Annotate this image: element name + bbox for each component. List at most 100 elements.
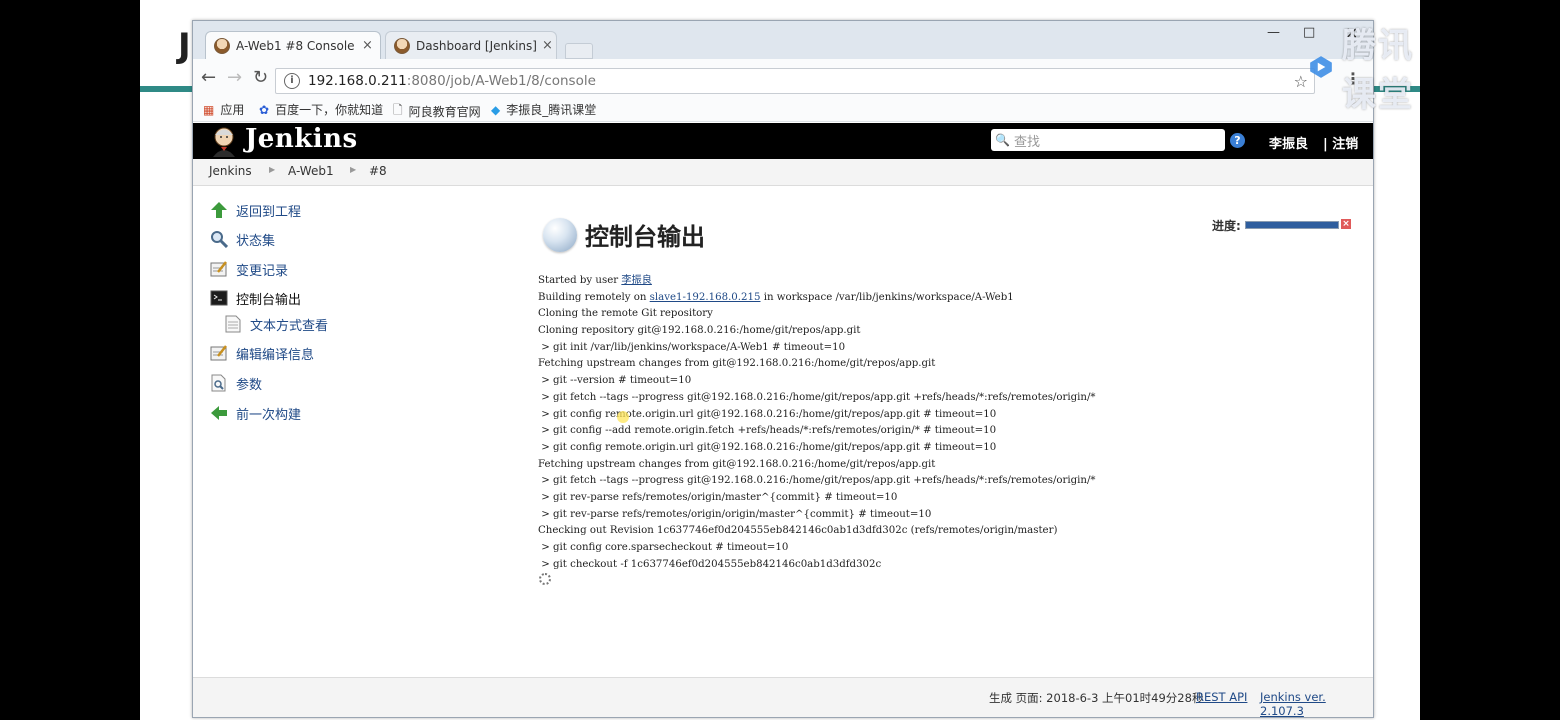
help-icon[interactable]: ?: [1230, 133, 1245, 148]
console-ball-icon: [543, 217, 577, 252]
console-line: Cloning the remote Git repository: [538, 308, 713, 320]
console-output: Started by user 李振良 Building remotely on…: [538, 273, 1096, 573]
breadcrumb-build[interactable]: #8: [369, 164, 387, 178]
console-line: Fetching upstream changes from git@192.1…: [538, 358, 936, 370]
console-line: > git config core.sparsecheckout # timeo…: [538, 542, 789, 553]
sidebar-item-label: 文本方式查看: [250, 318, 329, 334]
page-generated-text: 生成 页面: 2018-6-3 上午01时49分28秒: [989, 691, 1204, 705]
tencent-classroom-watermark: 腾讯课堂: [1308, 18, 1420, 116]
stop-build-icon[interactable]: ×: [1341, 219, 1351, 229]
bookmark-aliang[interactable]: 🗋 阿良教育官网: [393, 101, 481, 122]
sidebar-item-parameters[interactable]: 参数: [209, 373, 262, 393]
search-icon: 🔍: [995, 133, 1010, 147]
console-text: in workspace /var/lib/jenkins/workspace/…: [760, 291, 1014, 303]
bookmark-label: 李振良_腾讯课堂: [506, 103, 597, 117]
tab-close-icon[interactable]: ×: [362, 38, 373, 53]
sidebar-item-previous-build[interactable]: 前一次构建: [209, 403, 301, 423]
jenkins-butler-icon[interactable]: [209, 125, 239, 157]
sidebar-item-label: 变更记录: [236, 263, 289, 279]
magnifier-icon: [209, 229, 229, 249]
breadcrumb-project[interactable]: A-Web1: [288, 164, 334, 178]
sidebar-item-back-to-project[interactable]: 返回到工程: [209, 200, 301, 220]
breadcrumb-separator-icon: ▶: [350, 165, 357, 174]
breadcrumb: Jenkins ▶ A-Web1 ▶ #8: [193, 159, 1373, 186]
forward-arrow-icon[interactable]: →: [227, 67, 242, 88]
page-icon: 🗋: [393, 103, 403, 117]
tab-label: A-Web1 #8 Console [Je: [236, 38, 356, 53]
url-host: 192.168.0.211: [308, 73, 407, 89]
slide-background: J A-Web1 #8 Console [Je × Dashboard [Jen…: [140, 0, 1420, 720]
console-line: Started by user 李振良: [538, 273, 1096, 290]
notepad-icon: [209, 259, 229, 279]
tab-strip: A-Web1 #8 Console [Je × Dashboard [Jenki…: [193, 21, 1373, 59]
search-placeholder: 查找: [1013, 134, 1040, 150]
notepad-icon: [209, 343, 229, 363]
loading-spinner-icon: [539, 573, 551, 585]
bookmark-apps[interactable]: ▦ 应用: [203, 101, 244, 118]
url-path: :8080/job/A-Web1/8/console: [406, 73, 596, 89]
console-line: > git init /var/lib/jenkins/workspace/A-…: [538, 341, 846, 353]
bookmark-star-icon[interactable]: ☆: [1294, 72, 1308, 91]
slave-node-link[interactable]: slave1-192.168.0.215: [650, 292, 761, 303]
sidebar-item-plain-text[interactable]: 文本方式查看: [223, 314, 328, 334]
left-arrow-icon: [209, 403, 229, 423]
new-tab-button[interactable]: [565, 43, 593, 59]
tab-close-icon[interactable]: ×: [542, 38, 553, 53]
jenkins-search-input[interactable]: 🔍 查找: [991, 129, 1225, 151]
sidebar-item-changes[interactable]: 变更记录: [209, 259, 288, 279]
mouse-cursor-highlight: [617, 411, 629, 423]
slide-title-letter: J: [178, 26, 191, 66]
jenkins-title[interactable]: Jenkins: [245, 124, 358, 154]
document-icon: [223, 314, 243, 334]
jenkins-favicon-icon: [214, 37, 230, 54]
logout-link[interactable]: | 注销: [1323, 133, 1358, 152]
sidebar-item-label: 返回到工程: [236, 204, 302, 220]
apps-grid-icon: ▦: [203, 102, 215, 117]
browser-window: A-Web1 #8 Console [Je × Dashboard [Jenki…: [192, 20, 1374, 718]
bookmark-baidu[interactable]: ✿ 百度一下，你就知道: [259, 101, 383, 118]
bookmark-label: 百度一下，你就知道: [275, 103, 384, 117]
sidebar-item-label: 编辑编译信息: [236, 347, 315, 363]
sidebar-item-status[interactable]: 状态集: [209, 229, 275, 249]
console-text: Building remotely on: [538, 291, 650, 303]
address-bar[interactable]: i 192.168.0.211:8080/job/A-Web1/8/consol…: [275, 68, 1315, 94]
paw-icon: ✿: [259, 102, 270, 117]
console-line: Fetching upstream changes from git@192.1…: [538, 458, 936, 470]
console-line: Checking out Revision 1c637746ef0d204555…: [538, 525, 1058, 537]
rest-api-link[interactable]: REST API: [1196, 690, 1247, 704]
watermark-text: 腾讯课堂: [1342, 26, 1414, 115]
jenkins-header: Jenkins 🔍 查找 ? 李振良 | 注销: [193, 123, 1373, 159]
jenkins-version-link[interactable]: Jenkins ver. 2.107.3: [1260, 690, 1373, 717]
site-info-icon[interactable]: i: [284, 73, 300, 89]
console-line: Cloning repository git@192.168.0.216:/ho…: [538, 325, 861, 337]
progress-fill: [1246, 222, 1338, 228]
tab-dashboard[interactable]: Dashboard [Jenkins] ×: [385, 31, 557, 59]
jenkins-footer: 生成 页面: 2018-6-3 上午01时49分28秒 REST API Jen…: [193, 677, 1373, 717]
tab-console[interactable]: A-Web1 #8 Console [Je ×: [205, 31, 381, 59]
console-text: Started by user: [538, 275, 622, 286]
breadcrumb-jenkins[interactable]: Jenkins: [209, 164, 252, 178]
minimize-button[interactable]: —: [1267, 25, 1280, 40]
started-by-user-link[interactable]: 李振良: [621, 275, 652, 286]
sidebar-item-label: 控制台输出: [236, 292, 302, 308]
bookmark-label: 阿良教育官网: [408, 105, 481, 119]
page-title: 控制台输出: [543, 217, 705, 252]
sidebar-item-label: 前一次构建: [236, 407, 302, 423]
console-line: > git --version # timeout=10: [538, 375, 692, 387]
document-magnifier-icon: [209, 373, 229, 393]
progress-label: 进度:: [1212, 219, 1241, 233]
bookmarks-bar: ▦ 应用 ✿ 百度一下，你就知道 🗋 阿良教育官网 ◆ 李振良_腾讯课堂: [193, 97, 1373, 122]
bookmark-tencent[interactable]: ◆ 李振良_腾讯课堂: [491, 101, 596, 118]
reload-icon[interactable]: ↻: [253, 67, 268, 88]
page-title-text: 控制台输出: [585, 223, 705, 251]
sidebar-item-edit-build-info[interactable]: 编辑编译信息: [209, 343, 314, 363]
back-arrow-icon[interactable]: ←: [201, 67, 216, 88]
sidebar-item-label: 参数: [236, 377, 263, 393]
console-line: > git config --add remote.origin.fetch +…: [538, 425, 997, 437]
console-line: Building remotely on slave1-192.168.0.21…: [538, 290, 1096, 307]
console-line: > git fetch --tags --progress git@192.16…: [538, 391, 1096, 403]
user-link[interactable]: 李振良: [1269, 133, 1308, 152]
console-line: > git checkout -f 1c637746ef0d204555eb84…: [538, 558, 882, 570]
up-arrow-icon: [209, 200, 229, 220]
sidebar-item-console-output[interactable]: 控制台输出: [209, 288, 301, 308]
